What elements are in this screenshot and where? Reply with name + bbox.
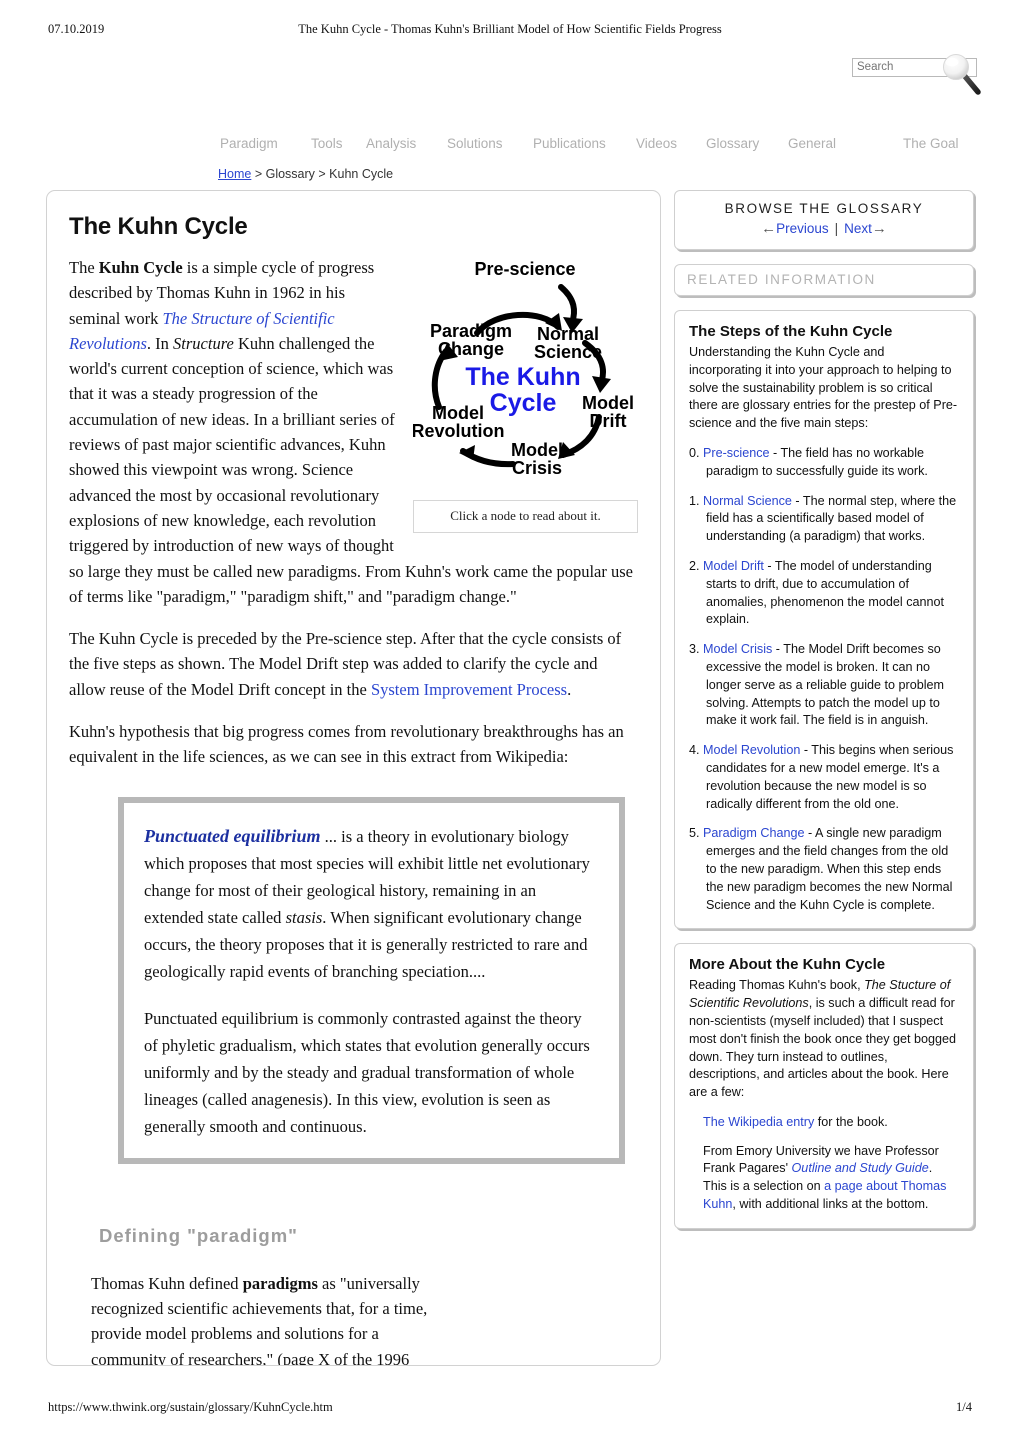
pp1-part-a: Thomas Kuhn defined bbox=[91, 1273, 243, 1293]
nav-item-tools[interactable]: Tools bbox=[311, 136, 343, 151]
browse-glossary-box: BROWSE THE GLOSSARY ←Previous | Next→ bbox=[674, 190, 974, 250]
wikipedia-entry-link[interactable]: The Wikipedia entry bbox=[703, 1115, 814, 1129]
node-label-normal-science-l2[interactable]: Science bbox=[534, 342, 602, 362]
right-arrow-icon: → bbox=[871, 220, 887, 237]
step-3-link[interactable]: Model Crisis bbox=[703, 642, 772, 656]
page-title: The Kuhn Cycle bbox=[69, 213, 248, 240]
step-item-3: 3. Model Crisis - The Model Drift become… bbox=[689, 641, 959, 730]
paradigm-section-body: Thomas Kuhn defined paradigms as "univer… bbox=[91, 1271, 431, 1365]
node-label-model-drift-l1[interactable]: Model bbox=[582, 393, 634, 413]
step-5-link[interactable]: Paradigm Change bbox=[703, 826, 805, 840]
step-item-0: 0. Pre-science - The field has no workab… bbox=[689, 445, 959, 481]
nav-item-videos[interactable]: Videos bbox=[636, 136, 677, 151]
search-input[interactable] bbox=[852, 57, 977, 77]
breadcrumb-home[interactable]: Home bbox=[218, 167, 251, 181]
article-paragraph-3: Kuhn's hypothesis that big progress come… bbox=[69, 722, 624, 767]
step-4-number: 4. bbox=[689, 743, 700, 758]
quote-italic-stasis: stasis bbox=[285, 907, 323, 927]
step-item-1: 1. Normal Science - The normal step, whe… bbox=[689, 493, 959, 546]
steps-panel-title: The Steps of the Kuhn Cycle bbox=[689, 323, 893, 340]
quote-paragraph-2: Punctuated equilibrium is commonly contr… bbox=[144, 1008, 590, 1136]
next-link[interactable]: Next bbox=[844, 221, 872, 236]
kuhn-cycle-diagram[interactable]: Pre-science Normal Science Model Drift M… bbox=[413, 257, 638, 492]
steps-panel: The Steps of the Kuhn Cycle Understandin… bbox=[674, 310, 974, 930]
left-arrow-icon: ← bbox=[761, 220, 777, 237]
steps-panel-intro: Understanding the Kuhn Cycle and incorpo… bbox=[689, 345, 958, 431]
more-p1-part-a: Reading Thomas Kuhn's book, bbox=[689, 978, 865, 993]
p1-part-a: The bbox=[69, 258, 99, 277]
quote-paragraph-1: Punctuated equilibrium ... is a theory i… bbox=[144, 823, 599, 985]
nav-divider: | bbox=[834, 221, 839, 236]
p1-italic-structure: Structure bbox=[173, 333, 234, 353]
step-item-4: 4. Model Revolution - This begins when s… bbox=[689, 742, 959, 813]
more-about-panel: More About the Kuhn Cycle Reading Thomas… bbox=[674, 943, 974, 1229]
quote-lead: Punctuated equilibrium bbox=[144, 825, 321, 846]
diagram-center-line1: The Kuhn bbox=[465, 363, 580, 391]
more-about-paragraph-1: Reading Thomas Kuhn's book, The Stucture… bbox=[689, 977, 959, 1102]
related-information-header: RELATED INFORMATION bbox=[674, 264, 974, 296]
node-label-model-revolution-l1[interactable]: Model bbox=[432, 403, 484, 423]
step-0-link[interactable]: Pre-science bbox=[703, 446, 770, 460]
pp1-bold-paradigms: paradigms bbox=[242, 1273, 318, 1293]
paradigm-paragraph-1: Thomas Kuhn defined paradigms as "univer… bbox=[91, 1271, 431, 1365]
more-about-title: More About the Kuhn Cycle bbox=[689, 956, 886, 974]
browse-glossary-nav: ←Previous | Next→ bbox=[687, 220, 961, 237]
breadcrumb-sep-2: > bbox=[314, 167, 330, 181]
breadcrumb-sep-1: > bbox=[251, 167, 266, 181]
right-sidebar: BROWSE THE GLOSSARY ←Previous | Next→ RELA… bbox=[674, 190, 974, 1243]
node-label-model-crisis-l1[interactable]: Model bbox=[511, 440, 563, 460]
step-0-number: 0. bbox=[689, 445, 700, 460]
step-4-link[interactable]: Model Revolution bbox=[703, 743, 800, 757]
p1-bold-kuhn-cycle: Kuhn Cycle bbox=[98, 258, 183, 277]
footer-page-number: 1/4 bbox=[956, 1400, 972, 1414]
node-label-model-revolution-l2[interactable]: Revolution bbox=[413, 421, 505, 441]
more-about-paragraph-2: From Emory University we have Professor … bbox=[703, 1143, 959, 1214]
nav-item-glossary[interactable]: Glossary bbox=[706, 136, 759, 151]
kuhn-cycle-figure: Pre-science Normal Science Model Drift M… bbox=[413, 257, 638, 533]
step-2-link[interactable]: Model Drift bbox=[703, 559, 764, 573]
node-label-paradigm-change-l1[interactable]: Paradigm bbox=[430, 321, 512, 341]
more-p1-part-b: , is such a difficult read for non-scien… bbox=[689, 996, 957, 1100]
outline-study-guide-link[interactable]: Outline and Study Guide bbox=[792, 1161, 929, 1175]
node-label-model-drift-l2[interactable]: Drift bbox=[590, 411, 627, 431]
node-label-model-crisis-l2[interactable]: Crisis bbox=[512, 458, 562, 478]
nav-item-publications[interactable]: Publications bbox=[533, 136, 606, 151]
print-title: The Kuhn Cycle - Thomas Kuhn's Brilliant… bbox=[298, 22, 722, 36]
main-content-card: The Kuhn Cycle Pre-science Normal Scienc… bbox=[46, 190, 661, 1366]
nav-item-paradigm[interactable]: Paradigm bbox=[220, 136, 278, 151]
step-2-number: 2. bbox=[689, 558, 700, 573]
nav-item-analysis[interactable]: Analysis bbox=[366, 136, 416, 151]
step-5-number: 5. bbox=[689, 826, 700, 841]
step-1-number: 1. bbox=[689, 493, 700, 508]
node-label-pre-science[interactable]: Pre-science bbox=[474, 259, 575, 279]
step-3-number: 3. bbox=[689, 642, 700, 657]
wikipedia-entry-tail: for the book. bbox=[814, 1114, 888, 1129]
step-1-link[interactable]: Normal Science bbox=[703, 494, 792, 508]
step-item-2: 2. Model Drift - The model of understand… bbox=[689, 558, 959, 629]
browse-glossary-heading: BROWSE THE GLOSSARY bbox=[724, 201, 924, 216]
breadcrumb-current: Kuhn Cycle bbox=[329, 167, 394, 181]
section-title-defining-paradigm: Defining "paradigm" bbox=[99, 1224, 298, 1246]
link-system-improvement-process[interactable]: System Improvement Process bbox=[371, 680, 567, 699]
article-paragraph-2: The Kuhn Cycle is preceded by the Pre-sc… bbox=[69, 626, 638, 702]
breadcrumb-glossary[interactable]: Glossary bbox=[266, 167, 315, 181]
previous-link[interactable]: Previous bbox=[776, 221, 829, 236]
footer-url: https://www.thwink.org/sustain/glossary/… bbox=[48, 1400, 333, 1414]
nav-item-general[interactable]: General bbox=[788, 136, 836, 151]
diagram-center-line2: Cycle bbox=[490, 389, 557, 417]
nav-item-solutions[interactable]: Solutions bbox=[447, 136, 503, 151]
figure-caption: Click a node to read about it. bbox=[413, 500, 638, 533]
node-label-paradigm-change-l2[interactable]: Change bbox=[438, 339, 504, 359]
punctuated-equilibrium-quote-box: Punctuated equilibrium ... is a theory i… bbox=[117, 795, 626, 1165]
more-p2-part-c: , with additional links at the bottom. bbox=[732, 1197, 929, 1212]
p1-part-d: . In bbox=[146, 333, 174, 353]
nav-item-the-goal[interactable]: The Goal bbox=[903, 136, 959, 151]
node-label-normal-science-l1[interactable]: Normal bbox=[537, 324, 599, 344]
more-about-link-line-1: The Wikipedia entry for the book. bbox=[703, 1114, 959, 1132]
p2-part-b: . bbox=[567, 679, 572, 699]
search-area bbox=[852, 54, 981, 95]
breadcrumb: Home > Glossary > Kuhn Cycle bbox=[218, 167, 393, 181]
step-item-5: 5. Paradigm Change - A single new paradi… bbox=[689, 825, 959, 914]
